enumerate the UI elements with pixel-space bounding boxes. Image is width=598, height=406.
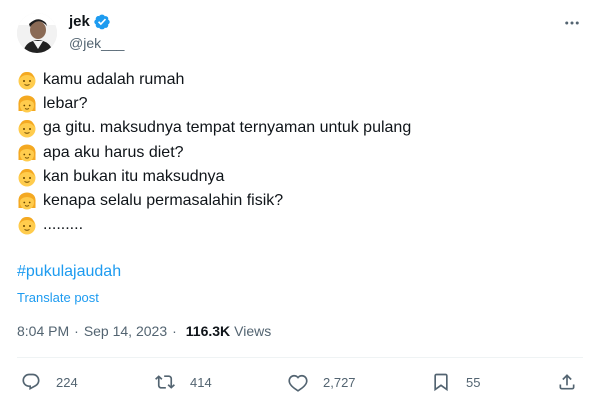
share-icon <box>559 374 575 390</box>
display-name[interactable]: jek <box>69 13 90 30</box>
views-label: Views <box>234 323 272 339</box>
tweet-line-text: kan bukan itu maksudnya <box>43 167 225 185</box>
girl-face-emoji <box>18 192 36 210</box>
translate-post-link[interactable]: Translate post <box>17 290 99 305</box>
tweet-line-text: kenapa selalu permasalahin fisik? <box>43 192 284 210</box>
tweet-line: apa aku harus diet? <box>17 141 577 165</box>
more-options-icon[interactable] <box>563 14 581 32</box>
repost-icon <box>155 375 175 389</box>
hashtag-link[interactable]: #pukulajaudah <box>17 263 121 281</box>
post-time[interactable]: 8:04 PM <box>17 323 69 339</box>
tweet-line: ......... <box>17 213 577 237</box>
meta-separator: · <box>74 323 79 339</box>
avatar-image <box>17 13 57 53</box>
name-row: jek <box>69 11 124 32</box>
tweet-line: ga gitu. maksudnya tempat ternyaman untu… <box>17 116 577 140</box>
meta-separator: · <box>172 323 177 339</box>
views-count[interactable]: 116.3K <box>186 323 230 339</box>
user-handle[interactable]: @jek___ <box>69 33 124 53</box>
girl-face-emoji <box>18 95 36 113</box>
child-face-emoji <box>18 120 36 138</box>
reply-icon <box>22 373 40 391</box>
user-names: jek @jek___ <box>69 11 124 53</box>
tweet-text: kamu adalah rumah lebar? ga gitu. maksud… <box>17 68 577 237</box>
tweet-line: lebar? <box>17 92 577 116</box>
repost-count: 414 <box>190 374 212 390</box>
tweet-line: kamu adalah rumah <box>17 68 577 92</box>
post-date[interactable]: Sep 14, 2023 <box>84 323 167 339</box>
child-face-emoji <box>18 217 36 235</box>
child-face-emoji <box>18 72 36 90</box>
avatar[interactable] <box>17 13 57 53</box>
bookmark-button[interactable]: 55 <box>431 368 480 396</box>
tweet-meta: 8:04 PM · Sep 14, 2023 · 116.3K Views <box>17 321 271 341</box>
bookmark-count: 55 <box>466 374 481 390</box>
divider <box>17 357 583 358</box>
like-count: 2,727 <box>323 374 356 390</box>
tweet-line-text: kamu adalah rumah <box>43 71 185 89</box>
repost-button[interactable]: 414 <box>155 368 212 396</box>
tweet[interactable]: jek @jek___ kamu adalah rumah lebar? ga … <box>0 0 598 406</box>
tweet-line-text: apa aku harus diet? <box>43 143 184 161</box>
action-bar: 224 414 2,727 55 <box>0 368 598 396</box>
reply-button[interactable]: 224 <box>21 368 78 396</box>
child-face-emoji <box>18 168 36 187</box>
heart-icon <box>288 374 308 392</box>
tweet-line-text: lebar? <box>43 95 88 113</box>
tweet-line-text: ga gitu. maksudnya tempat ternyaman untu… <box>43 119 412 137</box>
bookmark-icon <box>434 373 448 392</box>
reply-count: 224 <box>56 374 78 390</box>
share-button[interactable] <box>557 368 577 396</box>
like-button[interactable]: 2,727 <box>288 368 356 396</box>
verified-badge-icon[interactable] <box>93 13 111 31</box>
tweet-line: kenapa selalu permasalahin fisik? <box>17 189 577 213</box>
tweet-line-text: ......... <box>43 216 84 234</box>
tweet-line: kan bukan itu maksudnya <box>17 165 577 189</box>
tweet-header: jek @jek___ <box>17 10 587 54</box>
girl-face-emoji <box>18 144 36 162</box>
